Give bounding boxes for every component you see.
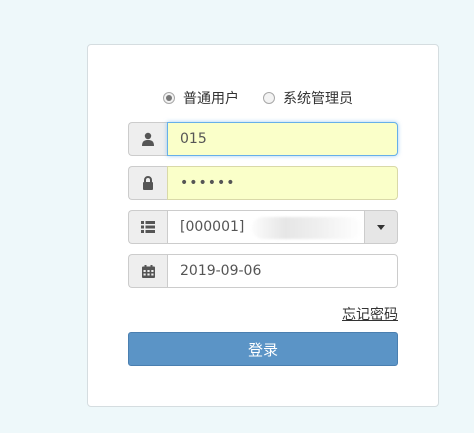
date-field: 2019-09-06 — [128, 254, 398, 288]
username-field: 015 — [128, 122, 398, 156]
login-card: 普通用户 系统管理员 015 •••••• [000001] 2019-09-0… — [87, 44, 439, 407]
org-select[interactable]: [000001] — [167, 210, 365, 244]
blurred-text-mask — [252, 217, 362, 239]
role-option-admin[interactable]: 系统管理员 — [263, 88, 353, 108]
login-button[interactable]: 登录 — [128, 332, 398, 366]
role-option-normal-user[interactable]: 普通用户 — [163, 88, 239, 108]
radio-admin[interactable] — [263, 92, 275, 104]
calendar-icon — [128, 254, 167, 288]
radio-normal-user[interactable] — [163, 92, 175, 104]
org-select-value: [000001] — [180, 219, 245, 235]
org-select-field: [000001] — [128, 210, 398, 244]
username-input[interactable]: 015 — [167, 122, 398, 156]
user-icon — [128, 122, 167, 156]
role-selector: 普通用户 系统管理员 — [163, 88, 377, 108]
list-icon — [128, 210, 167, 244]
password-input[interactable]: •••••• — [167, 166, 398, 200]
role-label-normal-user: 普通用户 — [183, 91, 239, 107]
lock-icon — [128, 166, 167, 200]
password-field: •••••• — [128, 166, 398, 200]
dropdown-toggle-button[interactable] — [365, 210, 398, 244]
chevron-down-icon — [377, 224, 385, 230]
forgot-password-link[interactable]: 忘记密码 — [342, 304, 398, 324]
role-label-admin: 系统管理员 — [283, 91, 353, 107]
date-input[interactable]: 2019-09-06 — [167, 254, 398, 288]
